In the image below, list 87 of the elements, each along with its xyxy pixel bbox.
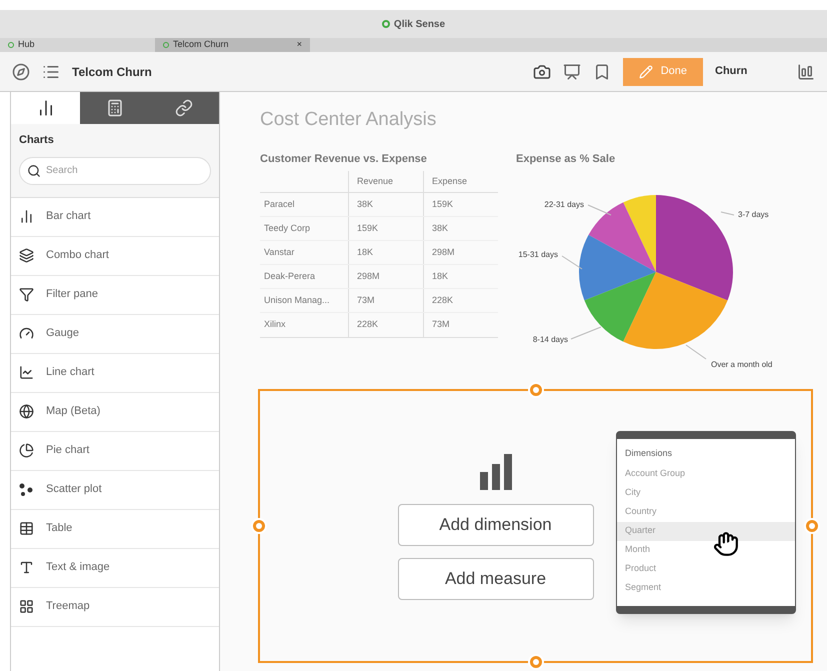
table-cell: 228K [348,313,423,337]
table-cell: 298M [423,241,498,264]
window-title: Qlik Sense [382,16,446,32]
leader-line [686,344,706,360]
table-cell: 38K [348,193,423,216]
chart-type-item[interactable]: Bar chart [11,198,219,236]
menu-heading: Dimensions [624,447,674,460]
search-icon [27,164,41,178]
column-header: Revenue [348,171,423,192]
menu-item[interactable]: City [617,484,795,502]
table-cell: 228K [423,289,498,312]
close-tab-button[interactable]: × [296,38,302,52]
chart-type-item[interactable]: Scatter plot [11,470,219,510]
sheet-title: Cost Center Analysis [260,108,438,132]
treemap-icon [19,599,34,614]
panel-tab[interactable] [150,92,219,124]
slice-label: Over a month old [711,360,772,369]
gauge-icon [19,326,34,341]
presentation-icon[interactable] [562,62,581,80]
slice-label: 15-31 days [518,250,558,259]
leader-line [720,212,734,216]
table-cell-text: Deak-Perera [263,270,316,283]
calculator-icon [106,99,124,117]
slice-label: 22-31 days [544,200,584,209]
table-cell-text: Paracel [263,198,296,211]
leader-line [562,256,582,270]
scatter-icon [19,482,34,497]
app-title: Telcom Churn [72,64,152,80]
chart-type-item[interactable]: Table [11,510,219,548]
line-chart-icon [19,365,34,380]
chart-type-item[interactable]: Gauge [11,314,219,354]
sheet-icon[interactable] [797,62,815,80]
panel-heading: Charts [19,133,55,148]
chart-type-item[interactable]: Treemap [11,588,219,626]
link-icon [175,99,194,117]
sheet-name: Churn [715,64,748,80]
add-measure-button[interactable]: Add measure [398,558,594,600]
menu-item[interactable]: Account Group [617,464,795,484]
chart-type-item[interactable]: Line chart [11,354,219,392]
browser-tab[interactable]: Telcom Churn × [155,38,310,52]
chart-type-item[interactable]: Combo chart [11,236,219,276]
compass-icon[interactable] [12,62,30,80]
text-icon [19,560,34,575]
table-cell: 18K [348,241,423,264]
resize-handle[interactable] [251,518,267,534]
menu-item[interactable]: Month [617,540,795,560]
column-header: Expense [423,171,498,192]
bar-chart-icon [478,452,514,492]
chart-title: Expense as % Sale [515,152,616,166]
chart-type-item[interactable]: Text & image [11,548,219,588]
add-dimension-button[interactable]: Add dimension [398,504,594,546]
resize-handle[interactable] [804,518,820,534]
table-cell-text: Unison Manag... [263,294,331,307]
resize-handle[interactable] [528,382,544,398]
table-icon [19,521,34,536]
table-cell-text: Teedy Corp [263,222,312,235]
pencil-icon [638,64,653,78]
table-cell-text: Vanstar [263,246,296,259]
table-cell: 73M [423,313,498,337]
pie-chart-icon [19,443,34,458]
chart-type-item[interactable]: Filter pane [11,276,219,314]
chart-type-item[interactable]: Pie chart [11,432,219,470]
table-cell: 159K [348,217,423,240]
globe-icon [19,404,34,419]
menu-item[interactable]: Segment [617,578,795,598]
resize-handle[interactable] [528,654,544,670]
menu-item[interactable]: Country [617,502,795,522]
filter-icon [19,287,34,302]
menu-item[interactable]: Product [617,560,795,578]
hand-cursor-icon [713,531,739,557]
table-cell: 298M [348,265,423,288]
table-title: Customer Revenue vs. Expense [260,152,428,166]
search-field[interactable]: Search [19,156,211,184]
panel-tab[interactable] [80,92,150,124]
slice-label: 3-7 days [738,210,769,219]
table-cell: 18K [423,265,498,288]
selected-chart-frame[interactable]: Add dimension Add measure Dimensions Account Group City Country Quarter Month Product Segment [258,389,813,663]
table-cell-text: Xilinx [263,318,287,332]
leader-line [570,326,602,340]
camera-icon[interactable] [532,62,551,80]
table-cell: 73M [348,289,423,312]
chart-type-item[interactable]: Map (Beta) [11,392,219,432]
table-cell: 159K [423,193,498,216]
table-cell: 38K [423,217,498,240]
slice-label: 8-14 days [532,335,568,344]
leader-line [588,204,612,216]
bar-chart-icon [19,209,34,224]
